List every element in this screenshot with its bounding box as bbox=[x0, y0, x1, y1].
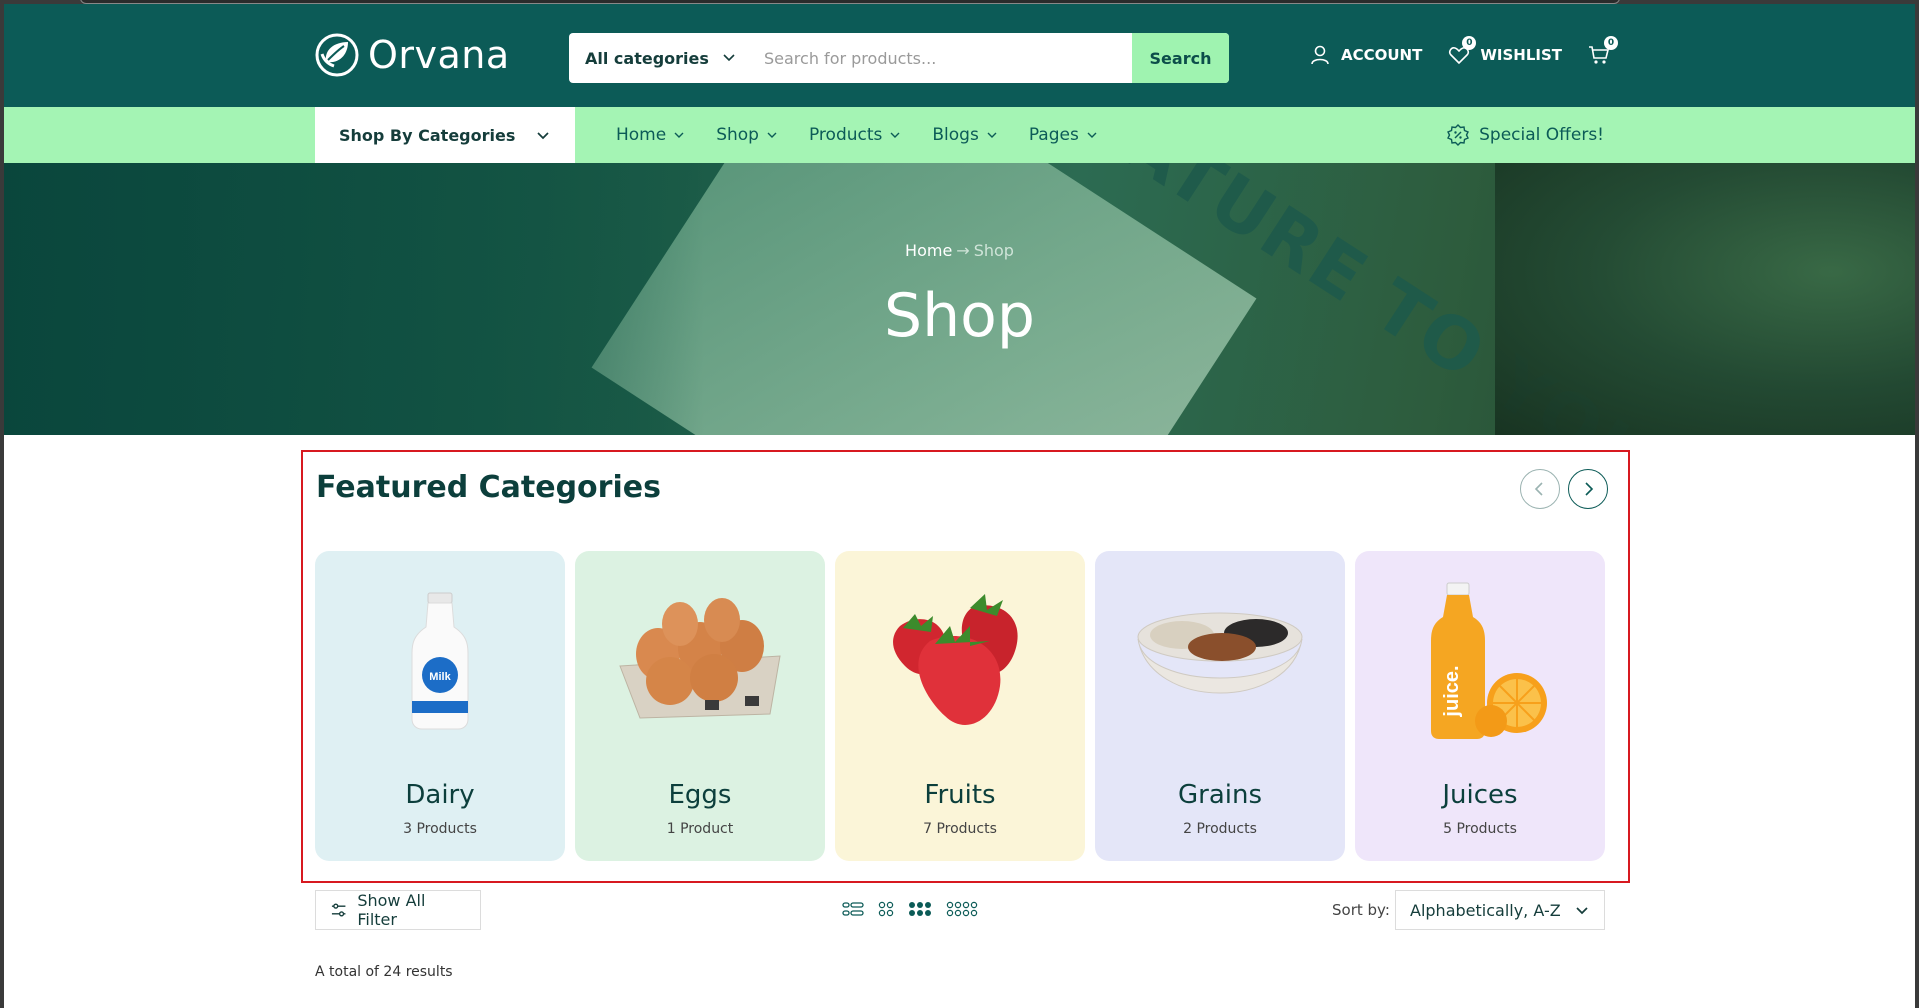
category-card-grains[interactable]: Grains 2 Products bbox=[1095, 551, 1345, 861]
results-total: A total of 24 results bbox=[315, 964, 453, 980]
sort-by-label: Sort by: bbox=[1332, 901, 1390, 919]
grid-4-view-icon[interactable] bbox=[946, 901, 978, 917]
page-hero-banner: FROM NATURE TO YOU Home→Shop Shop bbox=[4, 163, 1915, 435]
leaf-logo-icon bbox=[315, 33, 359, 77]
nav-item-label: Home bbox=[616, 125, 667, 145]
sort-by-select[interactable]: Alphabetically, A-Z bbox=[1395, 890, 1605, 930]
nav-item-label: Shop bbox=[716, 125, 759, 145]
category-count: 5 Products bbox=[1443, 821, 1517, 837]
category-card-fruits[interactable]: Fruits 7 Products bbox=[835, 551, 1085, 861]
chevron-down-icon bbox=[674, 132, 684, 138]
chevron-down-icon bbox=[890, 132, 900, 138]
browser-frame-right bbox=[1915, 0, 1919, 1008]
show-all-filter-button[interactable]: Show All Filter bbox=[315, 890, 481, 930]
grid-view-switcher bbox=[842, 901, 978, 917]
featured-categories-title: Featured Categories bbox=[316, 470, 661, 505]
main-nav: Shop By Categories Home Shop Products Bl… bbox=[4, 107, 1915, 163]
category-count: 7 Products bbox=[923, 821, 997, 837]
show-all-filter-label: Show All Filter bbox=[357, 891, 426, 929]
user-icon bbox=[1311, 45, 1329, 65]
wishlist-label: WISHLIST bbox=[1480, 46, 1563, 64]
category-name: Grains bbox=[1177, 780, 1263, 810]
cart-link[interactable]: 0 bbox=[1588, 36, 1619, 66]
category-image: juice. bbox=[1355, 582, 1605, 739]
nav-item-blogs[interactable]: Blogs bbox=[932, 125, 997, 145]
category-image: Milk bbox=[315, 591, 565, 731]
wishlist-count-badge: 0 bbox=[1462, 36, 1477, 50]
category-image bbox=[1095, 591, 1345, 731]
category-name: Fruits bbox=[924, 780, 996, 810]
category-count: 1 Product bbox=[666, 821, 734, 837]
milk-label-text: Milk bbox=[429, 671, 451, 683]
search-bar: All categories Search bbox=[569, 33, 1229, 83]
sliders-icon bbox=[331, 903, 346, 917]
search-category-label: All categories bbox=[585, 48, 709, 68]
chevron-right-icon bbox=[1585, 482, 1594, 496]
nav-item-pages[interactable]: Pages bbox=[1029, 125, 1097, 145]
chevron-down-icon bbox=[537, 132, 549, 140]
page-title: Shop bbox=[884, 281, 1035, 351]
nav-menu: Home Shop Products Blogs Pages bbox=[616, 107, 1097, 163]
breadcrumb-home-link[interactable]: Home bbox=[905, 241, 952, 260]
breadcrumb-current: Shop bbox=[973, 241, 1014, 260]
juice-bottle-icon: juice. bbox=[1431, 582, 1547, 739]
header-actions: ACCOUNT 0 WISHLIST 0 bbox=[1309, 36, 1636, 66]
grid-3-view-icon[interactable] bbox=[908, 901, 932, 917]
featured-categories-section: Featured Categories Milk Dairy 3 Product… bbox=[301, 450, 1630, 883]
logo-text: Orvana bbox=[368, 33, 510, 77]
carousel-prev-button[interactable] bbox=[1520, 469, 1560, 509]
chevron-down-icon bbox=[987, 132, 997, 138]
strawberry-icon bbox=[893, 594, 1018, 725]
search-button[interactable]: Search bbox=[1132, 33, 1229, 83]
category-image bbox=[835, 591, 1085, 731]
category-carousel: Milk Dairy 3 Products Eggs 1 Product Fru… bbox=[315, 551, 1605, 861]
list-view-icon[interactable] bbox=[842, 901, 864, 917]
chevron-down-icon bbox=[1087, 132, 1097, 138]
category-name: Juices bbox=[1442, 780, 1518, 810]
chevron-down-icon bbox=[723, 54, 735, 62]
nav-item-label: Pages bbox=[1028, 125, 1079, 145]
milk-bottle-icon: Milk bbox=[411, 592, 469, 730]
special-offers-link[interactable]: Special Offers! bbox=[1447, 107, 1604, 163]
category-image bbox=[575, 591, 825, 731]
wishlist-link[interactable]: 0 WISHLIST bbox=[1448, 36, 1563, 66]
sort-by-value: Alphabetically, A-Z bbox=[1410, 900, 1561, 920]
shop-by-categories-label: Shop By Categories bbox=[339, 125, 516, 145]
discount-badge-icon bbox=[1447, 124, 1470, 146]
category-name: Dairy bbox=[405, 780, 475, 810]
page: Orvana All categories Search ACCOUNT 0 W… bbox=[4, 4, 1915, 1008]
category-card-eggs[interactable]: Eggs 1 Product bbox=[575, 551, 825, 861]
site-header: Orvana All categories Search ACCOUNT 0 W… bbox=[4, 4, 1915, 107]
search-category-select[interactable]: All categories bbox=[569, 33, 754, 83]
breadcrumb: Home → Shop bbox=[4, 241, 1915, 260]
nav-item-shop[interactable]: Shop bbox=[716, 125, 777, 145]
category-card-dairy[interactable]: Milk Dairy 3 Products bbox=[315, 551, 565, 861]
nav-item-products[interactable]: Products bbox=[809, 125, 900, 145]
account-link[interactable]: ACCOUNT bbox=[1309, 44, 1422, 66]
category-name: Eggs bbox=[668, 780, 732, 810]
nav-item-label: Products bbox=[808, 125, 883, 145]
site-logo[interactable]: Orvana bbox=[314, 32, 510, 78]
chevron-down-icon bbox=[1576, 907, 1588, 915]
chevron-left-icon bbox=[1534, 482, 1543, 496]
grid-2-view-icon[interactable] bbox=[878, 901, 894, 917]
account-label: ACCOUNT bbox=[1341, 46, 1423, 64]
carousel-next-button[interactable] bbox=[1568, 469, 1608, 509]
cart-count-badge: 0 bbox=[1604, 36, 1619, 50]
eggs-icon bbox=[619, 598, 781, 719]
category-card-juices[interactable]: juice. Juices 5 Products bbox=[1355, 551, 1605, 861]
shop-by-categories-dropdown[interactable]: Shop By Categories bbox=[315, 107, 575, 163]
grain-bowl-icon bbox=[1137, 612, 1303, 694]
category-count: 3 Products bbox=[403, 821, 477, 837]
juice-label-text: juice. bbox=[1441, 665, 1463, 717]
chevron-down-icon bbox=[767, 132, 777, 138]
breadcrumb-separator: → bbox=[956, 241, 970, 260]
special-offers-label: Special Offers! bbox=[1479, 125, 1604, 145]
search-input[interactable] bbox=[754, 33, 1132, 83]
nav-item-home[interactable]: Home bbox=[616, 125, 684, 145]
category-count: 2 Products bbox=[1183, 821, 1257, 837]
nav-item-label: Blogs bbox=[932, 125, 979, 145]
